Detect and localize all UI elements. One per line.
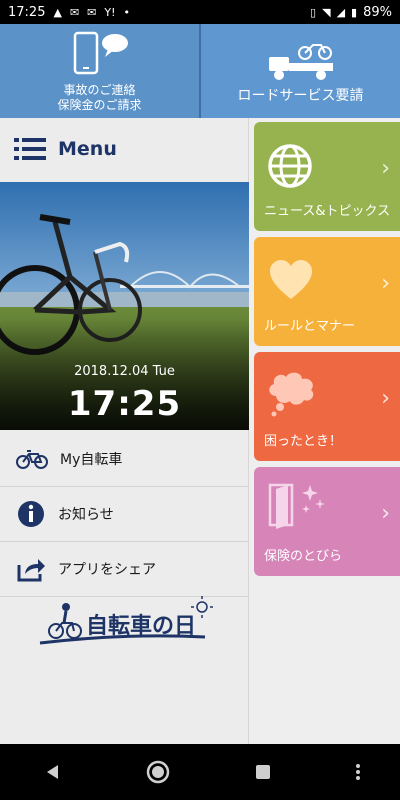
menu-list: My自転車 お知らせ アプリをシェア xyxy=(0,432,249,597)
accident-label-line2: 保険金のご請求 xyxy=(57,98,142,112)
wifi-icon: ◥ xyxy=(322,5,331,19)
status-bar: 17:25 ▲ ✉ ✉ Y! • ▯ ◥ ◢ ▮ 89% xyxy=(0,0,400,24)
mail-icon: ✉ xyxy=(87,5,97,19)
system-nav-bar xyxy=(0,744,400,800)
menu-item-my-bicycle[interactable]: My自転車 xyxy=(0,432,249,487)
more-vertical-icon xyxy=(355,764,360,780)
tile-news-topics[interactable]: › ニュース&トピックス xyxy=(254,122,400,231)
battery-level: 89% xyxy=(363,4,392,20)
recents-icon xyxy=(255,765,270,779)
status-time: 17:25 xyxy=(8,4,46,20)
tile-label: ルールとマナー xyxy=(264,319,356,334)
home-button[interactable] xyxy=(138,752,178,792)
heart-icon xyxy=(270,260,312,299)
door-sparkle-icon xyxy=(268,483,325,529)
notification-icon: ▲ xyxy=(53,5,62,19)
photo-time: 17:25 xyxy=(67,384,182,424)
logo-text: 自転車の日 xyxy=(86,613,196,639)
bicycle-icon xyxy=(16,450,48,469)
menu-item-label: My自転車 xyxy=(60,452,123,468)
info-icon xyxy=(18,501,44,527)
menu-item-news[interactable]: お知らせ xyxy=(0,487,249,542)
tile-insurance-door[interactable]: › 保険のとびら xyxy=(254,467,400,576)
accident-label-line1: 事故のご連絡 xyxy=(63,83,136,97)
globe-icon xyxy=(268,144,312,188)
chevron-right-icon: › xyxy=(381,501,390,526)
chevron-right-icon: › xyxy=(381,386,390,411)
accident-report-button[interactable]: 事故のご連絡 保険金のご請求 xyxy=(0,24,199,118)
road-service-button[interactable]: ロードサービス要請 xyxy=(199,24,400,118)
tile-label: ニュース&トピックス xyxy=(264,204,391,219)
recents-button[interactable] xyxy=(243,752,283,792)
yahoo-icon: Y! xyxy=(104,5,116,19)
tile-troubles[interactable]: › 困ったとき！ xyxy=(254,352,400,461)
chevron-right-icon: › xyxy=(381,271,390,296)
main-area: Menu 2018.12.04 Tue 17:25 My自転車 お知らせ アプリ… xyxy=(0,118,400,744)
share-icon xyxy=(17,559,45,582)
vibrate-icon: ▯ xyxy=(310,5,317,19)
signal-icon: ◢ xyxy=(336,5,346,19)
dot-icon: • xyxy=(123,5,131,19)
home-icon xyxy=(146,760,169,784)
mail-icon: ✉ xyxy=(69,5,80,19)
tile-label: 困ったとき！ xyxy=(264,434,343,449)
top-panel: 事故のご連絡 保険金のご請求 ロードサービス要請 xyxy=(0,24,400,118)
tile-rules-manners[interactable]: › ルールとマナー xyxy=(254,237,400,346)
phone-chat-icon xyxy=(73,31,128,75)
photo-date: 2018.12.04 Tue xyxy=(74,364,175,379)
back-icon xyxy=(46,765,58,779)
menu-panel: Menu 2018.12.04 Tue 17:25 My自転車 お知らせ アプリ… xyxy=(0,118,249,744)
menu-item-label: アプリをシェア xyxy=(58,562,156,578)
menu-title: Menu xyxy=(58,138,117,160)
battery-icon: ▮ xyxy=(351,5,358,19)
road-service-label: ロードサービス要請 xyxy=(237,87,364,104)
hamburger-menu-icon xyxy=(14,138,46,160)
bicycle-day-logo: 自転車の日 xyxy=(30,593,220,653)
bicycle-photo: 2018.12.04 Tue 17:25 xyxy=(0,182,249,430)
menu-header[interactable]: Menu xyxy=(0,118,248,180)
menu-item-share[interactable]: アプリをシェア xyxy=(0,542,249,597)
chevron-right-icon: › xyxy=(381,156,390,181)
thought-bubble-icon xyxy=(269,372,314,417)
tile-label: 保険のとびら xyxy=(264,549,343,564)
menu-item-label: お知らせ xyxy=(58,507,114,523)
tow-truck-icon xyxy=(268,43,333,80)
more-options-button[interactable] xyxy=(348,752,368,792)
back-button[interactable] xyxy=(33,752,73,792)
